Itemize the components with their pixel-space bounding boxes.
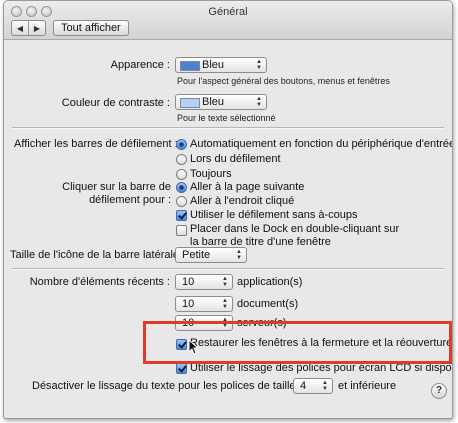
recent-documents-value: 10: [182, 298, 195, 310]
font-smoothing-size-value: 4: [300, 380, 307, 392]
scroll-click-label-line1: Cliquer sur la barre de: [62, 181, 171, 193]
sidebar-icon-size-popup[interactable]: Petite ▲ ▼: [175, 247, 247, 263]
jump-next-page-label: Aller à la page suivante: [190, 181, 305, 193]
recent-documents-popup[interactable]: 10 ▲ ▼: [175, 296, 233, 312]
popup-arrows-icon: ▲ ▼: [256, 96, 262, 108]
back-arrow-icon[interactable]: ◀: [12, 21, 28, 35]
popup-arrows-icon: ▲ ▼: [322, 380, 328, 392]
appearance-note: Pour l'aspect général des boutons, menus…: [177, 76, 390, 86]
popup-arrows-icon: ▲ ▼: [236, 249, 242, 261]
sidebar-icon-size-value: Petite: [182, 249, 211, 261]
scrollbars-when-scrolling-label: Lors du défilement: [190, 153, 281, 165]
separator: [12, 268, 444, 270]
title-bar: Général ◀ ▶ Tout afficher: [4, 1, 452, 40]
preferences-window: Général ◀ ▶ Tout afficher Apparence : Bl…: [3, 0, 453, 419]
appearance-label: Apparence :: [110, 59, 170, 71]
font-smoothing-label-suffix: et inférieure: [338, 380, 397, 392]
highlight-color-label: Couleur de contraste :: [61, 97, 170, 109]
highlight-color-popup[interactable]: Bleu ▲ ▼: [175, 94, 267, 110]
recent-documents-unit: document(s): [237, 298, 299, 310]
recent-items-label: Nombre d'éléments récents :: [29, 276, 170, 288]
popup-arrows-icon: ▲ ▼: [222, 276, 228, 288]
appearance-popup[interactable]: Bleu ▲ ▼: [175, 57, 267, 73]
scrollbars-when-scrolling-radio[interactable]: [176, 154, 187, 165]
forward-arrow-icon[interactable]: ▶: [28, 21, 45, 35]
separator: [12, 127, 444, 129]
highlight-color-note: Pour le texte sélectionné: [177, 113, 276, 123]
dock-double-click-checkbox[interactable]: [176, 225, 187, 236]
scrollbars-label: Afficher les barres de défilement :: [14, 138, 178, 150]
help-button[interactable]: ?: [431, 383, 447, 399]
mouse-cursor-icon: [188, 339, 198, 355]
popup-arrows-icon: ▲ ▼: [256, 59, 262, 71]
smooth-scroll-checkbox[interactable]: [176, 210, 187, 221]
appearance-color-swatch: [180, 61, 200, 71]
jump-clicked-spot-label: Aller à l'endroit cliqué: [190, 195, 295, 207]
scrollbars-always-radio[interactable]: [176, 169, 187, 180]
lcd-smoothing-checkbox[interactable]: [176, 363, 187, 374]
highlight-color-value: Bleu: [202, 96, 225, 108]
sidebar-icon-size-label: Taille de l'icône de la barre latérale :: [10, 249, 186, 261]
recent-apps-popup[interactable]: 10 ▲ ▼: [175, 274, 233, 290]
scroll-click-label-line2: défilement pour :: [89, 194, 171, 206]
font-smoothing-label-prefix: Désactiver le lissage du texte pour les …: [32, 380, 296, 392]
dock-double-click-label-line1: Placer dans le Dock en double-cliquant s…: [190, 223, 400, 235]
scrollbars-always-label: Toujours: [190, 168, 232, 180]
recent-apps-value: 10: [182, 276, 195, 288]
window-title: Général: [208, 6, 248, 18]
jump-next-page-radio[interactable]: [176, 182, 187, 193]
highlight-color-swatch: [180, 98, 200, 108]
show-all-button[interactable]: Tout afficher: [53, 20, 129, 36]
jump-clicked-spot-radio[interactable]: [176, 196, 187, 207]
popup-arrows-icon: ▲ ▼: [222, 298, 228, 310]
smooth-scroll-label: Utiliser le défilement sans à-coups: [190, 209, 358, 221]
appearance-value: Bleu: [202, 59, 225, 71]
nav-back-forward: ◀ ▶: [11, 20, 46, 36]
scrollbars-auto-radio[interactable]: [176, 139, 187, 150]
recent-apps-unit: application(s): [237, 276, 303, 288]
scrollbars-auto-label: Automatiquement en fonction du périphéri…: [190, 138, 453, 150]
font-smoothing-size-popup[interactable]: 4 ▲ ▼: [293, 378, 333, 394]
